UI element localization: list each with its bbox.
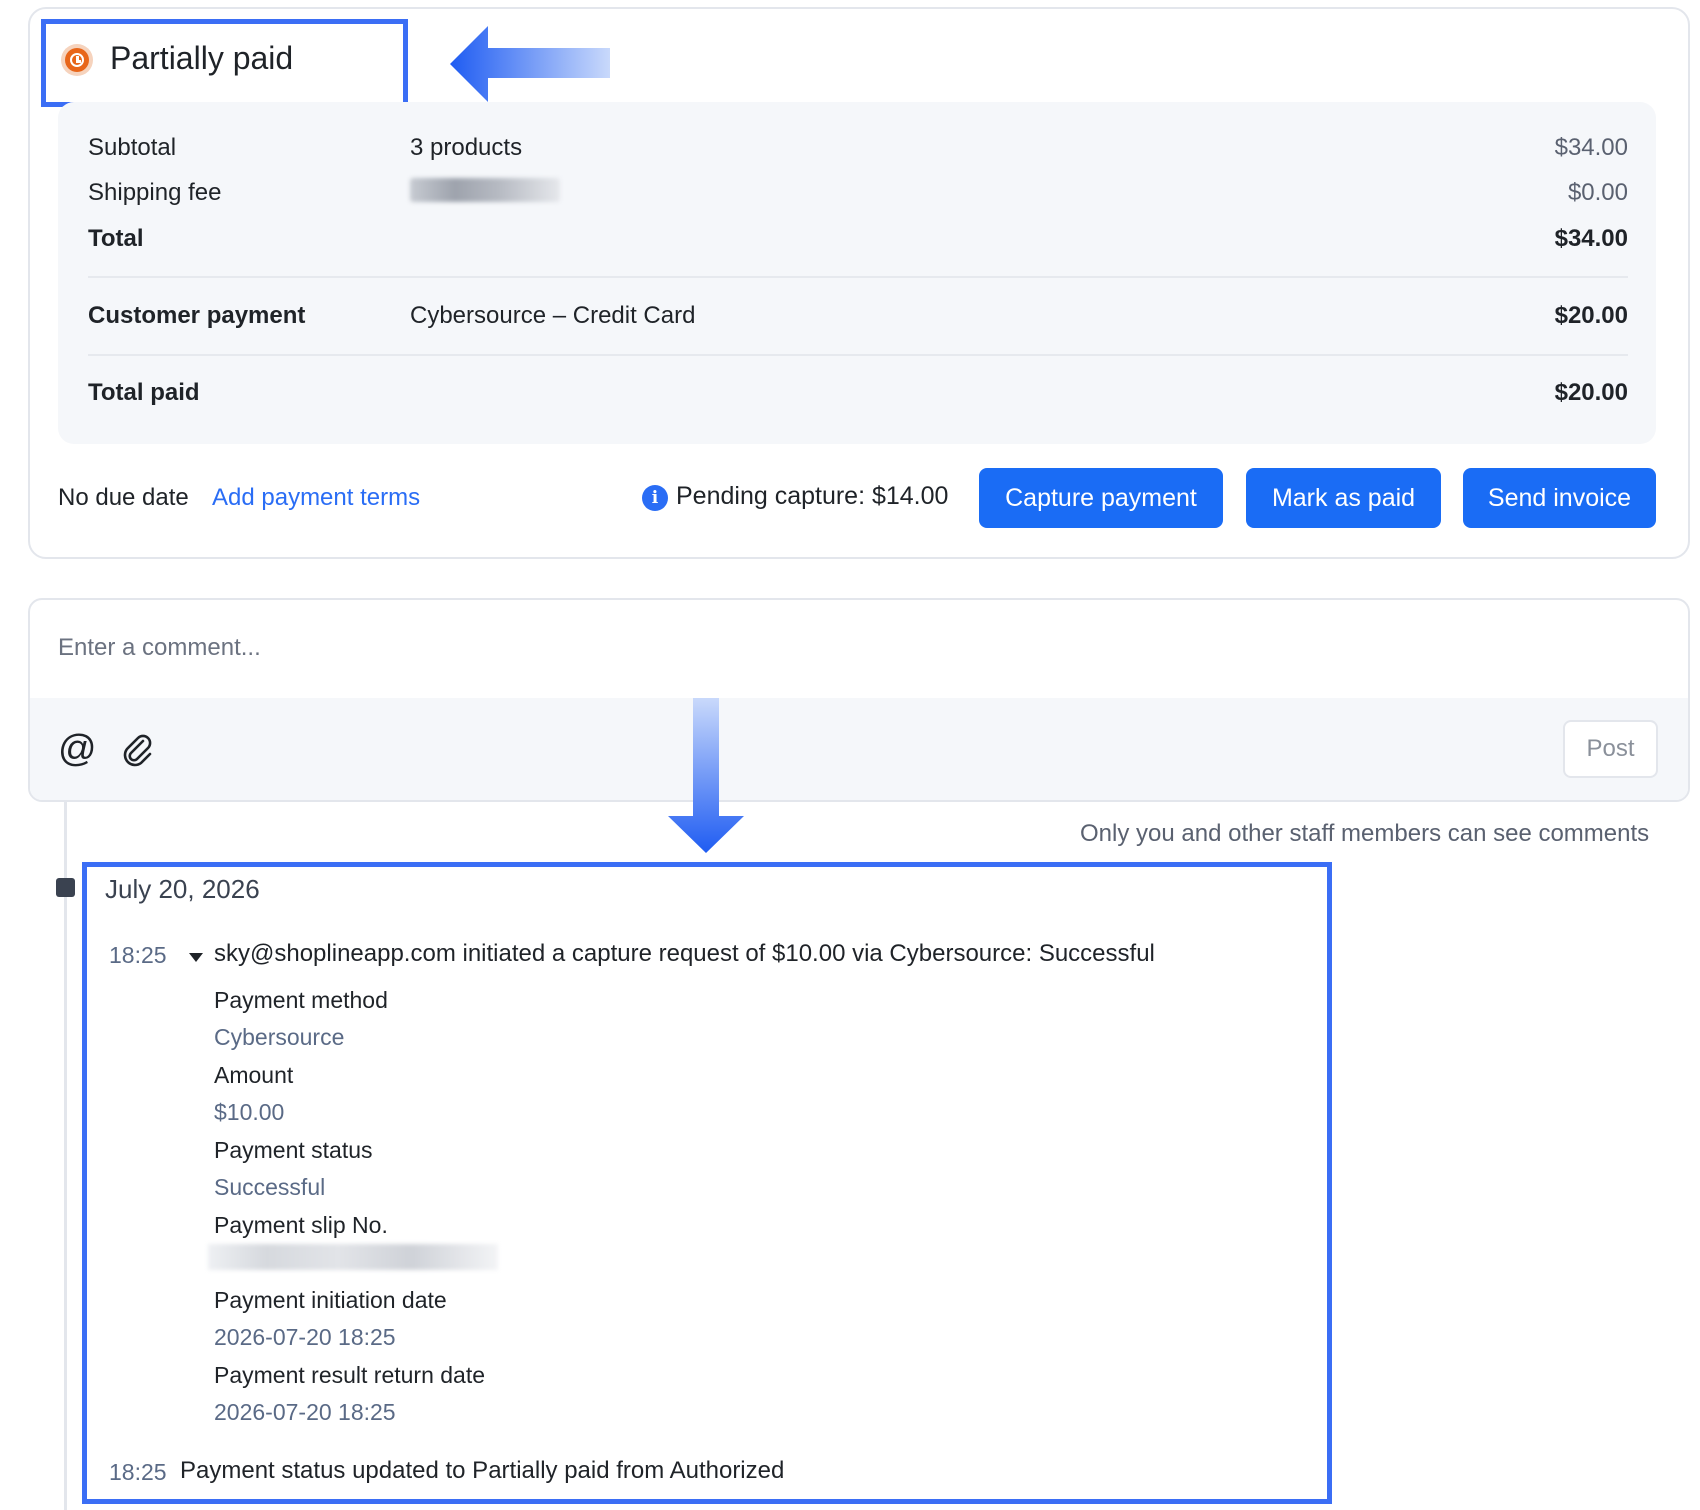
shipping-fee-amount: $0.00: [1567, 179, 1628, 206]
payment-method-value: Cybersource: [214, 1024, 345, 1050]
caret-down-icon[interactable]: [189, 953, 203, 962]
timeline-marker: [56, 878, 75, 897]
event-time: 18:25: [109, 942, 167, 968]
payment-initiation-date-value: 2026-07-20 18:25: [214, 1324, 396, 1350]
payment-result-date-label: Payment result return date: [214, 1362, 486, 1388]
payment-status-detail-value: Successful: [214, 1174, 326, 1200]
customer-payment-method: Cybersource – Credit Card: [410, 302, 696, 329]
payment-result-date-value: 2026-07-20 18:25: [214, 1399, 396, 1425]
subtotal-products: 3 products: [410, 134, 523, 161]
payment-status-label: Partially paid: [110, 40, 294, 76]
pending-capture-text: Pending capture: $14.00: [676, 482, 949, 510]
customer-payment-label: Customer payment: [88, 302, 306, 329]
event-time: 18:25: [109, 1459, 167, 1485]
post-button[interactable]: Post: [1563, 720, 1658, 778]
at-mention-icon[interactable]: @: [58, 728, 97, 771]
subtotal-label: Subtotal: [88, 134, 177, 161]
timeline-date: July 20, 2026: [105, 874, 260, 904]
amount-value: $10.00: [214, 1099, 285, 1125]
clock-icon: [61, 44, 93, 76]
total-label: Total: [88, 225, 144, 252]
add-payment-terms-link[interactable]: Add payment terms: [212, 484, 420, 512]
total-amount: $34.00: [1554, 225, 1628, 252]
comment-visibility-note: Only you and other staff members can see…: [1080, 820, 1650, 847]
capture-payment-button[interactable]: Capture payment: [979, 468, 1223, 528]
redacted-shipping-method: [410, 178, 560, 202]
redacted-payment-slip-number: [208, 1244, 498, 1270]
customer-payment-amount: $20.00: [1554, 302, 1628, 329]
arrow-left-annotation: [450, 26, 610, 102]
total-paid-amount: $20.00: [1554, 379, 1628, 406]
summary-divider: [88, 354, 1628, 356]
comment-input[interactable]: Enter a comment...: [58, 634, 261, 662]
send-invoice-button[interactable]: Send invoice: [1463, 468, 1656, 528]
mark-as-paid-button[interactable]: Mark as paid: [1246, 468, 1441, 528]
due-date-text: No due date: [58, 484, 189, 511]
arrow-down-annotation: [668, 698, 744, 853]
capture-request-event: sky@shoplineapp.com initiated a capture …: [214, 940, 1155, 967]
payment-method-label: Payment method: [214, 987, 388, 1013]
order-summary-box: [58, 102, 1656, 444]
timeline-line: [64, 802, 67, 1510]
info-icon: i: [642, 485, 668, 511]
payment-status-detail-label: Payment status: [214, 1137, 373, 1163]
comment-box: [28, 598, 1690, 802]
status-update-event: Payment status updated to Partially paid…: [180, 1457, 785, 1484]
subtotal-amount: $34.00: [1554, 134, 1628, 161]
summary-divider: [88, 276, 1628, 278]
shipping-fee-label: Shipping fee: [88, 179, 222, 206]
total-paid-label: Total paid: [88, 379, 200, 406]
payment-initiation-date-label: Payment initiation date: [214, 1287, 447, 1313]
comment-toolbar: [30, 698, 1688, 800]
amount-label: Amount: [214, 1062, 294, 1088]
paperclip-icon[interactable]: [122, 733, 154, 767]
payment-slip-label: Payment slip No.: [214, 1212, 388, 1238]
